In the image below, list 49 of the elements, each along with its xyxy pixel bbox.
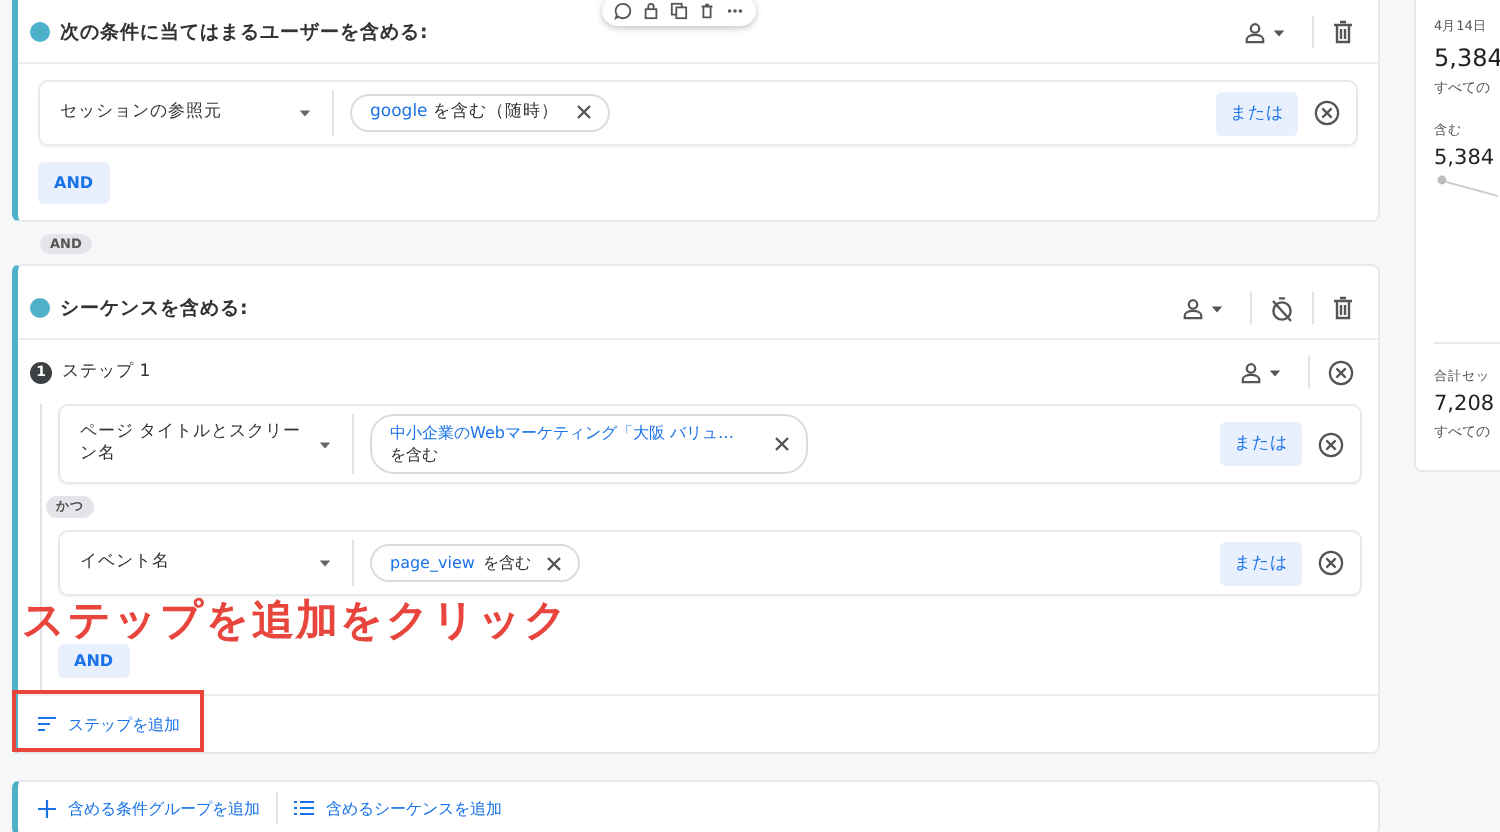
dimension-dropdown[interactable]: セッションの参照元 [60, 101, 290, 125]
trash-icon[interactable] [698, 2, 716, 20]
trash-icon[interactable] [1332, 296, 1354, 320]
caret-icon[interactable] [318, 437, 332, 452]
or-button[interactable]: または [1220, 422, 1302, 467]
lock-icon[interactable] [642, 2, 660, 20]
sequence-title: シーケンスを含める: [60, 295, 248, 321]
or-button[interactable]: または [1220, 541, 1302, 586]
caret-icon[interactable] [1210, 301, 1224, 315]
and-button[interactable]: AND [38, 162, 110, 204]
filter-chip[interactable]: 中小企業のWebマーケティング「大阪 バリュ… を含む [370, 414, 808, 475]
filter-chip[interactable]: page_view を含む [370, 544, 581, 583]
close-icon[interactable] [1314, 100, 1340, 126]
filter-chip[interactable]: google を含む（随時） [350, 93, 609, 133]
series-value: 5,384 [1434, 146, 1497, 170]
copy-icon[interactable] [670, 2, 688, 20]
close-icon[interactable] [575, 104, 591, 121]
group-dot-icon [30, 22, 50, 42]
filter-lines-icon[interactable] [38, 716, 56, 733]
group-title: 次の条件に当てはまるユーザーを含める: [60, 19, 428, 45]
sparkline-drawing [1434, 174, 1498, 198]
list-icon[interactable] [294, 800, 314, 817]
caret-icon[interactable] [318, 556, 332, 571]
total-value: 7,208 [1434, 392, 1497, 416]
dimension-dropdown[interactable]: ページ タイトルとスクリーン名 [80, 421, 310, 468]
timer-off-icon[interactable] [1270, 295, 1294, 321]
trash-icon[interactable] [1332, 20, 1354, 44]
annotation-text: ステップを追加をクリック [22, 598, 570, 643]
caret-icon[interactable] [298, 106, 312, 120]
add-step-button[interactable]: ステップを追加 [38, 713, 180, 736]
close-icon[interactable] [1328, 359, 1354, 385]
person-icon[interactable] [1244, 21, 1266, 43]
caret-icon[interactable] [1268, 365, 1282, 379]
caret-icon[interactable] [1272, 25, 1286, 39]
dimension-dropdown[interactable]: イベント名 [80, 552, 310, 576]
and-button[interactable]: AND [58, 644, 130, 679]
group-dot-icon [30, 298, 50, 318]
close-icon[interactable] [774, 436, 790, 453]
add-condition-group-button[interactable]: 含める条件グループを追加 [38, 797, 260, 820]
or-button[interactable]: または [1216, 91, 1298, 135]
add-sequence-button[interactable]: 含めるシーケンスを追加 [294, 797, 502, 820]
comment-icon[interactable] [614, 2, 632, 20]
plus-icon[interactable] [38, 799, 56, 818]
person-icon[interactable] [1182, 297, 1204, 319]
close-icon[interactable] [1318, 550, 1344, 577]
person-icon[interactable] [1240, 361, 1262, 383]
step-label: ステップ 1 [62, 360, 151, 384]
close-icon[interactable] [546, 555, 563, 572]
close-icon[interactable] [1318, 431, 1344, 458]
